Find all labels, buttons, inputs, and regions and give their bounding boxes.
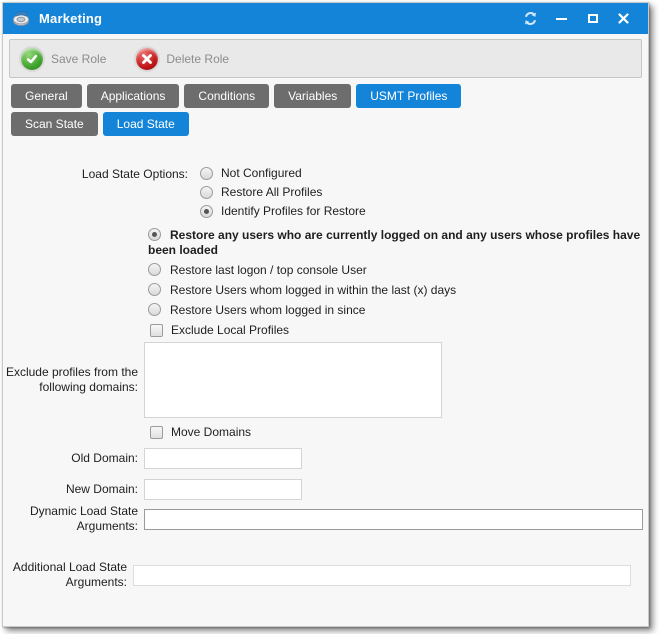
radio-restore-last-logon[interactable] <box>148 263 161 276</box>
dynamic-args-label: Dynamic Load State Arguments: <box>3 504 144 534</box>
main-tab-bar: General Applications Conditions Variable… <box>3 84 648 108</box>
titlebar: Marketing <box>3 3 648 34</box>
option-label[interactable]: Not Configured <box>221 166 302 180</box>
close-button[interactable] <box>608 7 639 31</box>
exclude-local-profiles-label[interactable]: Exclude Local Profiles <box>171 323 289 337</box>
move-domains-row[interactable]: Move Domains <box>150 425 648 439</box>
option-not-configured[interactable]: Not Configured <box>200 166 366 180</box>
tab-scan-state[interactable]: Scan State <box>11 112 98 136</box>
dynamic-args-row: Dynamic Load State Arguments: <box>3 504 648 534</box>
radio-restore-since[interactable] <box>148 303 161 316</box>
load-state-options-group: Not Configured Restore All Profiles Iden… <box>200 166 366 218</box>
delete-role-button[interactable]: Delete Role <box>136 48 229 70</box>
save-check-icon <box>21 48 43 70</box>
exclude-domains-label: Exclude profiles from the following doma… <box>3 365 144 395</box>
additional-args-label: Additional Load State Arguments: <box>3 560 133 590</box>
option-label[interactable]: Restore last logon / top console User <box>170 263 367 277</box>
old-domain-label: Old Domain: <box>3 451 144 466</box>
tab-variables[interactable]: Variables <box>274 84 351 108</box>
option-label[interactable]: Restore Users whom logged in within the … <box>170 283 456 297</box>
radio-identify-profiles[interactable] <box>200 205 213 218</box>
save-role-label: Save Role <box>51 52 106 66</box>
option-restore-last-logon[interactable]: Restore last logon / top console User <box>148 263 653 278</box>
option-identify-profiles[interactable]: Identify Profiles for Restore <box>200 204 366 218</box>
radio-restore-logged-on-users[interactable] <box>148 228 161 241</box>
tab-conditions[interactable]: Conditions <box>184 84 269 108</box>
radio-not-configured[interactable] <box>200 167 213 180</box>
dynamic-load-state-arguments-input[interactable] <box>144 509 643 530</box>
delete-x-icon <box>136 48 158 70</box>
additional-args-row: Additional Load State Arguments: <box>3 560 648 590</box>
option-label[interactable]: Identify Profiles for Restore <box>221 204 366 218</box>
additional-load-state-arguments-input[interactable] <box>133 565 631 586</box>
refresh-icon[interactable] <box>515 7 546 31</box>
new-domain-label: New Domain: <box>3 482 144 497</box>
maximize-button[interactable] <box>577 7 608 31</box>
tab-general[interactable]: General <box>11 84 82 108</box>
window-controls <box>515 7 639 31</box>
option-restore-since[interactable]: Restore Users whom logged in since <box>148 303 653 318</box>
option-restore-last-x-days[interactable]: Restore Users whom logged in within the … <box>148 283 653 298</box>
option-restore-all-profiles[interactable]: Restore All Profiles <box>200 185 366 199</box>
toolbar: Save Role Delete Role <box>9 39 642 78</box>
delete-role-label: Delete Role <box>166 52 229 66</box>
tab-load-state[interactable]: Load State <box>103 112 189 136</box>
radio-restore-all-profiles[interactable] <box>200 186 213 199</box>
new-domain-row: New Domain: <box>3 479 648 500</box>
option-label[interactable]: Restore Users whom logged in since <box>170 303 365 317</box>
move-domains-checkbox[interactable] <box>150 426 163 439</box>
load-state-options-row: Load State Options: Not Configured Resto… <box>3 166 648 218</box>
window-title: Marketing <box>39 11 102 26</box>
tab-applications[interactable]: Applications <box>87 84 180 108</box>
load-state-options-label: Load State Options: <box>3 166 200 218</box>
minimize-button[interactable] <box>546 7 577 31</box>
radio-restore-last-x-days[interactable] <box>148 283 161 296</box>
exclude-domains-textarea[interactable] <box>144 342 442 418</box>
sub-tab-bar: Scan State Load State <box>3 112 648 136</box>
old-domain-input[interactable] <box>144 448 302 469</box>
option-restore-logged-on-users[interactable]: Restore any users who are currently logg… <box>148 228 653 258</box>
exclude-domains-row: Exclude profiles from the following doma… <box>3 342 648 418</box>
move-domains-label[interactable]: Move Domains <box>171 425 251 439</box>
exclude-local-profiles-row[interactable]: Exclude Local Profiles <box>150 323 648 337</box>
exclude-local-profiles-checkbox[interactable] <box>150 324 163 337</box>
restore-users-group: Restore any users who are currently logg… <box>148 228 653 318</box>
old-domain-row: Old Domain: <box>3 448 648 469</box>
new-domain-input[interactable] <box>144 479 302 500</box>
app-icon <box>12 10 31 27</box>
option-label[interactable]: Restore any users who are currently logg… <box>148 228 640 257</box>
tab-usmt-profiles[interactable]: USMT Profiles <box>356 84 461 108</box>
load-state-form: Load State Options: Not Configured Resto… <box>3 136 648 590</box>
option-label[interactable]: Restore All Profiles <box>221 185 322 199</box>
save-role-button[interactable]: Save Role <box>21 48 106 70</box>
dialog-window: Marketing <box>2 2 649 627</box>
